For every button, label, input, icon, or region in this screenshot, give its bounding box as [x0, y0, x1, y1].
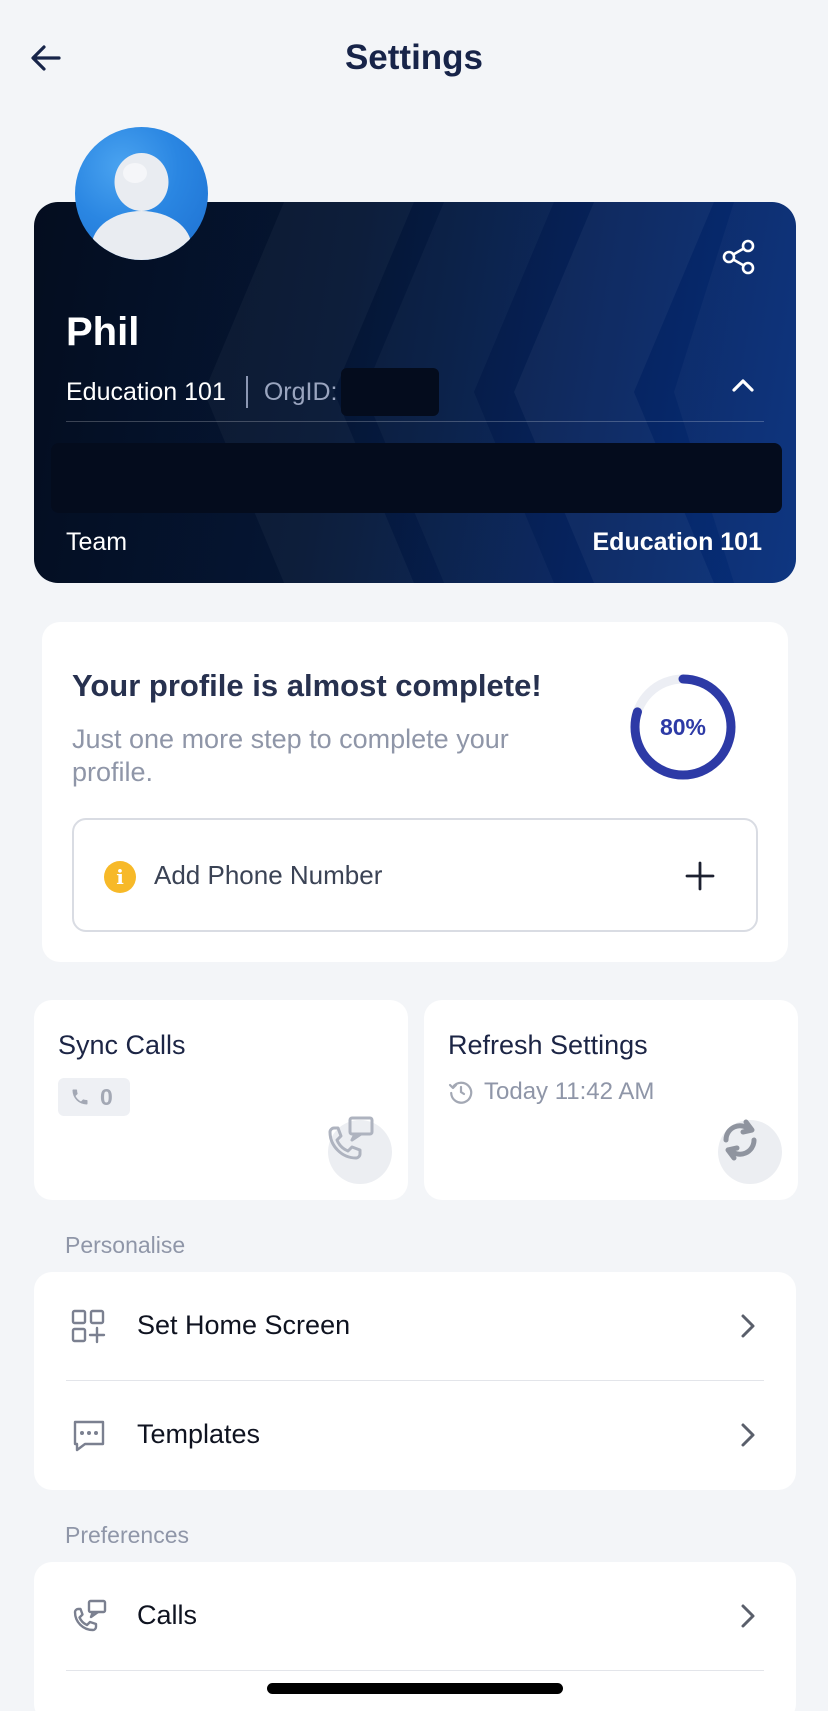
user-avatar-icon[interactable] — [75, 127, 208, 260]
team-value: Education 101 — [592, 528, 763, 556]
settings-screen: Settings Phil Education 101 OrgID: Team … — [0, 0, 828, 1711]
phone-sync-icon — [328, 1116, 374, 1160]
info-icon: i — [104, 861, 136, 893]
list-item-set-home-screen[interactable]: Set Home Screen — [34, 1272, 796, 1381]
call-count: 0 — [100, 1083, 113, 1110]
completion-title: Your profile is almost complete! — [72, 668, 542, 703]
chevron-up-icon[interactable] — [728, 370, 758, 400]
page-title: Settings — [344, 38, 484, 77]
chevron-right-icon — [741, 1604, 755, 1628]
add-phone-label: Add Phone Number — [154, 860, 383, 890]
section-label-personalise: Personalise — [65, 1232, 186, 1258]
history-icon — [448, 1081, 473, 1104]
refresh-icon — [723, 1119, 757, 1161]
plus-icon — [685, 861, 715, 891]
header: Settings — [0, 0, 828, 120]
phone-icon — [72, 1089, 88, 1105]
sync-calls-title: Sync Calls — [58, 1030, 186, 1060]
completion-subtitle: Just one more step to complete your prof… — [72, 724, 509, 787]
last-refresh-time: Today 11:42 AM — [448, 1078, 654, 1106]
call-count-badge: 0 — [58, 1078, 130, 1116]
profile-completion-card: Your profile is almost complete! Just on… — [42, 622, 788, 962]
sync-calls-tile[interactable]: Sync Calls 0 — [34, 1000, 408, 1200]
redacted-info — [51, 443, 782, 513]
personalise-list: Set Home Screen Templates — [34, 1272, 796, 1490]
chevron-right-icon — [741, 1423, 755, 1447]
list-item-templates[interactable]: Templates — [34, 1381, 796, 1490]
org-id-redacted — [341, 368, 440, 416]
chevron-right-icon — [741, 1314, 755, 1338]
set-home-screen-label: Set Home Screen — [137, 1310, 351, 1340]
phone-sync-icon — [73, 1599, 107, 1632]
organization-row: Education 101 OrgID: — [66, 368, 440, 416]
refresh-settings-title: Refresh Settings — [448, 1030, 648, 1060]
org-id-label: OrgID: — [263, 377, 338, 406]
grid-add-icon — [71, 1309, 106, 1344]
card-divider — [66, 421, 764, 422]
refresh-settings-tile[interactable]: Refresh Settings Today 11:42 AM — [424, 1000, 798, 1200]
add-phone-number-button[interactable]: i Add Phone Number — [72, 818, 758, 932]
templates-label: Templates — [137, 1419, 261, 1449]
refresh-time-text: Today 11:42 AM — [484, 1078, 655, 1105]
user-name: Phil — [66, 310, 140, 354]
calls-label: Calls — [137, 1600, 198, 1630]
message-dots-icon — [73, 1420, 105, 1452]
org-separator — [245, 376, 248, 408]
home-indicator[interactable] — [267, 1683, 563, 1694]
list-divider — [66, 1670, 764, 1671]
list-item-calls[interactable]: Calls — [34, 1562, 796, 1671]
share-icon[interactable] — [720, 238, 758, 276]
progress-percent: 80% — [659, 713, 707, 740]
section-label-preferences: Preferences — [65, 1522, 190, 1548]
organization-name: Education 101 — [66, 377, 226, 406]
team-label: Team — [66, 528, 128, 556]
avatar-silhouette — [91, 153, 192, 260]
